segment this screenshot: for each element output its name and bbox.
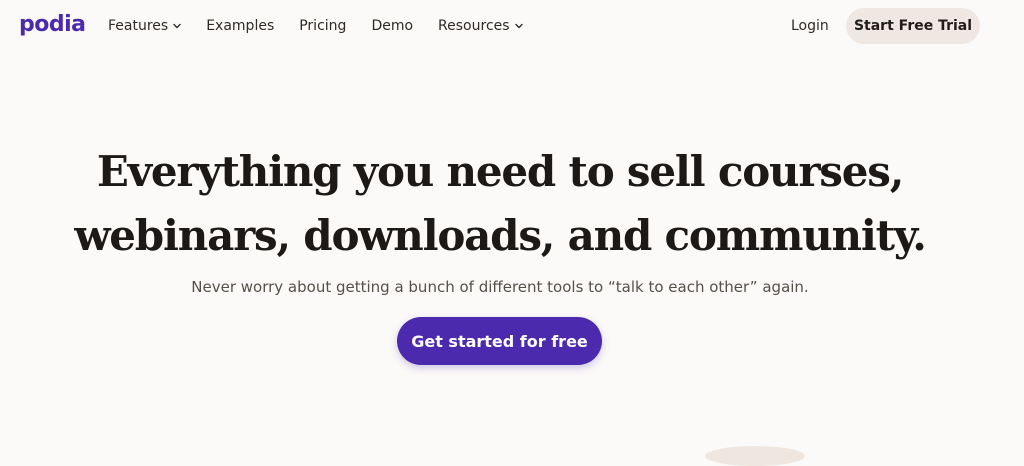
top-navigation: podia Features Examples Pricing Demo Res… <box>0 0 1024 52</box>
nav-item-resources-label: Resources <box>438 18 510 34</box>
hero-headline-line-2: webinars, downloads, and community. <box>74 211 927 260</box>
nav-item-pricing-label: Pricing <box>299 18 347 34</box>
podia-logo[interactable]: podia <box>19 10 86 40</box>
nav-links: Features Examples Pricing Demo Resources <box>108 16 524 36</box>
nav-item-pricing[interactable]: Pricing <box>299 16 346 36</box>
start-free-trial-button[interactable]: Start Free Trial <box>846 8 980 44</box>
nav-item-resources[interactable]: Resources <box>438 16 524 36</box>
nav-item-features[interactable]: Features <box>108 16 182 36</box>
nav-item-demo-label: Demo <box>371 18 414 34</box>
nav-item-features-label: Features <box>108 18 169 34</box>
hero-subheadline: Never worry about getting a bunch of dif… <box>191 278 809 296</box>
hero-headline-line-1: Everything you need to sell courses, <box>96 147 904 196</box>
chevron-down-icon <box>514 23 523 29</box>
login-link[interactable]: Login <box>791 16 829 36</box>
get-started-button[interactable]: Get started for free <box>397 317 602 365</box>
hero-headline: Everything you need to sell courses, web… <box>0 140 1000 268</box>
nav-item-examples[interactable]: Examples <box>206 16 274 36</box>
chevron-down-icon <box>173 23 181 29</box>
nav-item-demo[interactable]: Demo <box>371 16 413 36</box>
decorative-shape <box>705 446 805 466</box>
nav-item-examples-label: Examples <box>206 18 275 34</box>
